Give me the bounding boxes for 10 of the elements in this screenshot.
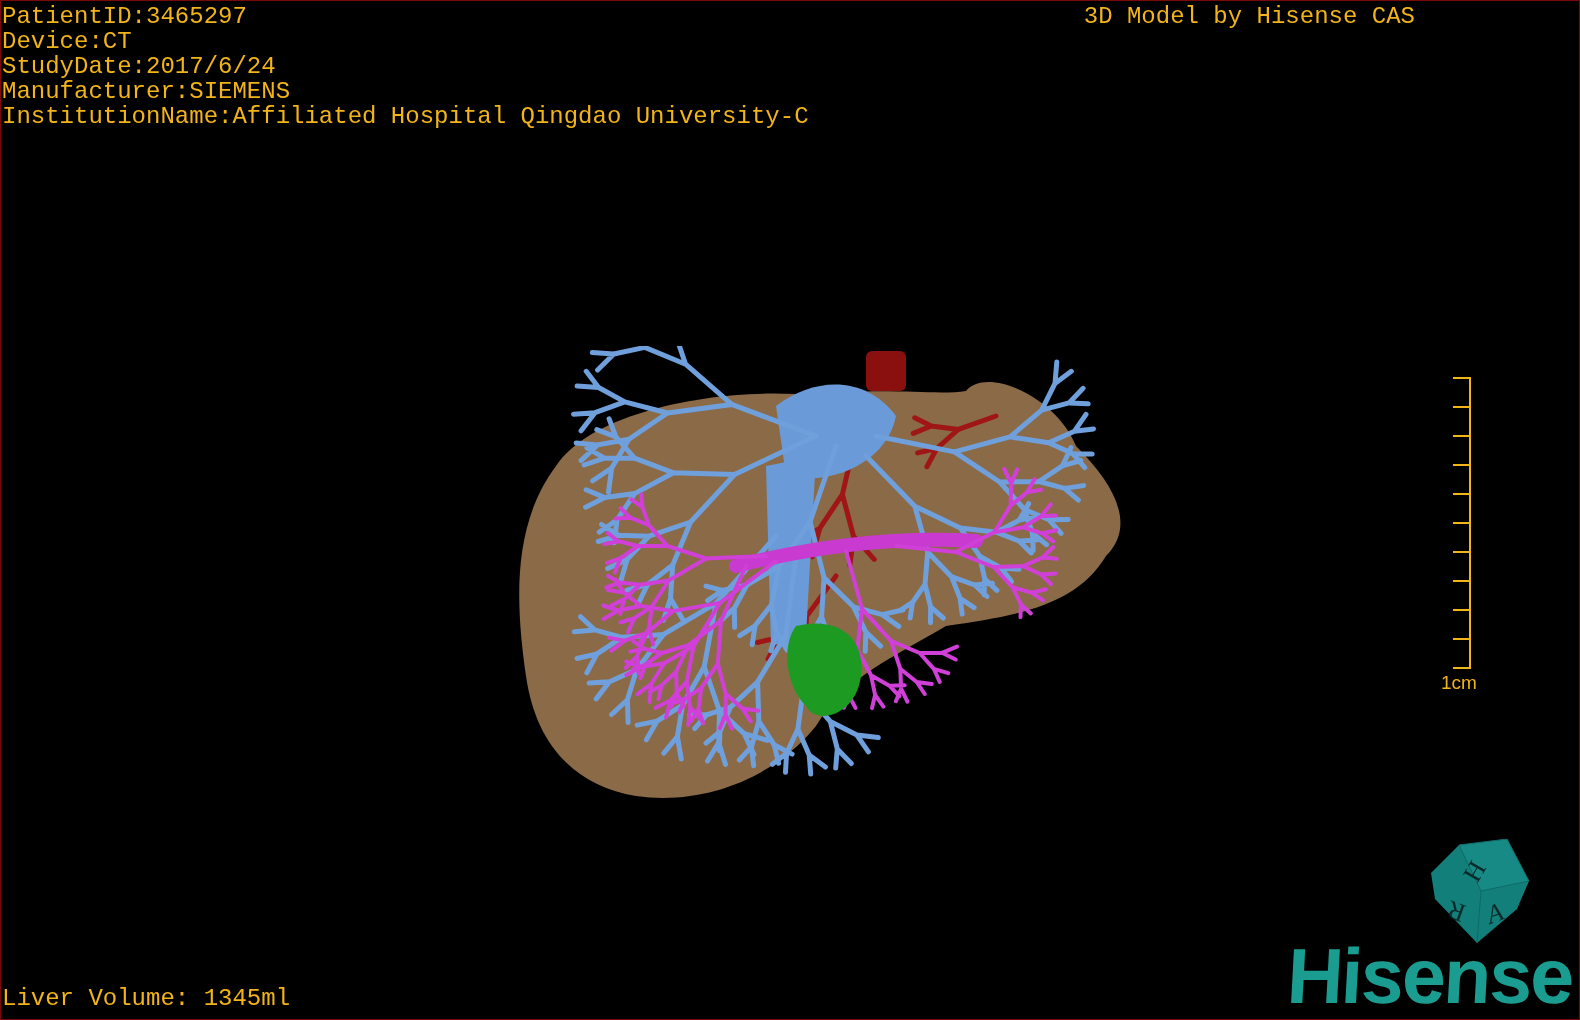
study-info-text: StudyDate:2017/6/24	[2, 54, 277, 79]
logo-text: Hisense	[1281, 943, 1576, 1009]
scale-label: 1cm	[1441, 673, 1477, 693]
model-title: 3D Model by Hisense CAS	[1083, 4, 1415, 32]
study-info-text: InstitutionName:Affiliated Hospital Qingdao University-C	[2, 104, 809, 129]
study-info-text: Device:CT	[2, 29, 133, 54]
study-info-text: Manufacturer:SIEMENS	[2, 79, 292, 104]
liver-volume-text: Liver Volume: 1345ml	[2, 986, 291, 1011]
3d-viewport[interactable]: PatientID:3465297 Device:CT StudyDate:2017/6/24 Manufacturer:SIEMENS InstitutionName:Affiliated Hospital Qingdao University-C 3D Model by Hisense CAS 1cm Liver Volume: 1345ml H R A Hisense	[0, 0, 1580, 1020]
study-info-text: PatientID:3465297	[2, 4, 248, 29]
